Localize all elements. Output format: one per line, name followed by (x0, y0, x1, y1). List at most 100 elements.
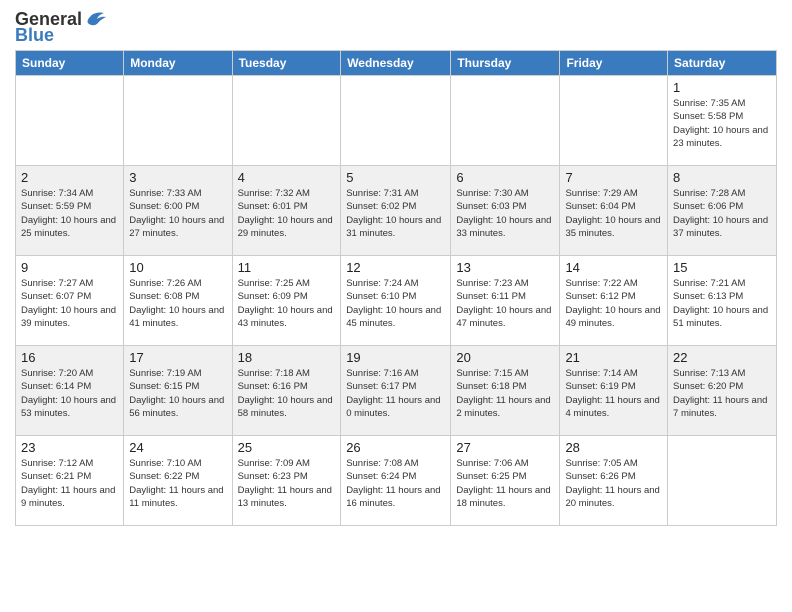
day-info: Sunrise: 7:23 AM Sunset: 6:11 PM Dayligh… (456, 277, 554, 330)
day-number: 22 (673, 350, 771, 365)
day-info: Sunrise: 7:26 AM Sunset: 6:08 PM Dayligh… (129, 277, 226, 330)
calendar-cell (124, 76, 232, 166)
calendar-cell (668, 436, 777, 526)
day-info: Sunrise: 7:33 AM Sunset: 6:00 PM Dayligh… (129, 187, 226, 240)
day-number: 3 (129, 170, 226, 185)
weekday-header-wednesday: Wednesday (341, 51, 451, 76)
calendar-cell: 6 Sunrise: 7:30 AM Sunset: 6:03 PM Daylig… (451, 166, 560, 256)
weekday-header-tuesday: Tuesday (232, 51, 341, 76)
calendar-cell (451, 76, 560, 166)
calendar-cell: 27 Sunrise: 7:06 AM Sunset: 6:25 PM Dayli… (451, 436, 560, 526)
day-number: 25 (238, 440, 336, 455)
day-info: Sunrise: 7:20 AM Sunset: 6:14 PM Dayligh… (21, 367, 118, 420)
calendar-table: SundayMondayTuesdayWednesdayThursdayFrid… (15, 50, 777, 526)
calendar-cell (232, 76, 341, 166)
calendar-cell: 22 Sunrise: 7:13 AM Sunset: 6:20 PM Dayli… (668, 346, 777, 436)
logo-bird-icon (84, 9, 106, 27)
calendar-cell: 16 Sunrise: 7:20 AM Sunset: 6:14 PM Dayli… (16, 346, 124, 436)
day-info: Sunrise: 7:22 AM Sunset: 6:12 PM Dayligh… (565, 277, 662, 330)
day-number: 21 (565, 350, 662, 365)
calendar-cell: 9 Sunrise: 7:27 AM Sunset: 6:07 PM Daylig… (16, 256, 124, 346)
day-number: 28 (565, 440, 662, 455)
day-number: 15 (673, 260, 771, 275)
calendar-cell (341, 76, 451, 166)
calendar-cell: 2 Sunrise: 7:34 AM Sunset: 5:59 PM Daylig… (16, 166, 124, 256)
calendar-cell: 15 Sunrise: 7:21 AM Sunset: 6:13 PM Dayli… (668, 256, 777, 346)
calendar-cell: 20 Sunrise: 7:15 AM Sunset: 6:18 PM Dayli… (451, 346, 560, 436)
day-info: Sunrise: 7:30 AM Sunset: 6:03 PM Dayligh… (456, 187, 554, 240)
day-number: 23 (21, 440, 118, 455)
day-number: 24 (129, 440, 226, 455)
calendar-cell: 26Sunrise: 7:08 AM Sunset: 6:24 PM Dayli… (341, 436, 451, 526)
day-info: Sunrise: 7:06 AM Sunset: 6:25 PM Dayligh… (456, 457, 554, 510)
logo: General Blue (15, 10, 106, 44)
day-info: Sunrise: 7:19 AM Sunset: 6:15 PM Dayligh… (129, 367, 226, 420)
day-number: 16 (21, 350, 118, 365)
day-info: Sunrise: 7:29 AM Sunset: 6:04 PM Dayligh… (565, 187, 662, 240)
day-info: Sunrise: 7:35 AM Sunset: 5:58 PM Dayligh… (673, 97, 771, 150)
calendar-cell: 19Sunrise: 7:16 AM Sunset: 6:17 PM Dayli… (341, 346, 451, 436)
calendar-cell: 13 Sunrise: 7:23 AM Sunset: 6:11 PM Dayli… (451, 256, 560, 346)
weekday-header-sunday: Sunday (16, 51, 124, 76)
day-info: Sunrise: 7:13 AM Sunset: 6:20 PM Dayligh… (673, 367, 771, 420)
day-number: 2 (21, 170, 118, 185)
day-number: 10 (129, 260, 226, 275)
day-number: 12 (346, 260, 445, 275)
header: General Blue (15, 10, 777, 44)
calendar-cell: 21 Sunrise: 7:14 AM Sunset: 6:19 PM Dayli… (560, 346, 668, 436)
day-number: 11 (238, 260, 336, 275)
calendar-cell: 5 Sunrise: 7:31 AM Sunset: 6:02 PM Daylig… (341, 166, 451, 256)
day-number: 13 (456, 260, 554, 275)
calendar-week-2: 2 Sunrise: 7:34 AM Sunset: 5:59 PM Daylig… (16, 166, 777, 256)
day-number: 1 (673, 80, 771, 95)
day-number: 20 (456, 350, 554, 365)
calendar-week-5: 23Sunrise: 7:12 AM Sunset: 6:21 PM Dayli… (16, 436, 777, 526)
weekday-header-saturday: Saturday (668, 51, 777, 76)
calendar-week-4: 16 Sunrise: 7:20 AM Sunset: 6:14 PM Dayli… (16, 346, 777, 436)
day-info: Sunrise: 7:09 AM Sunset: 6:23 PM Dayligh… (238, 457, 336, 510)
calendar-cell: 28 Sunrise: 7:05 AM Sunset: 6:26 PM Dayli… (560, 436, 668, 526)
calendar-cell: 25 Sunrise: 7:09 AM Sunset: 6:23 PM Dayli… (232, 436, 341, 526)
calendar-cell: 23Sunrise: 7:12 AM Sunset: 6:21 PM Dayli… (16, 436, 124, 526)
day-number: 4 (238, 170, 336, 185)
day-number: 5 (346, 170, 445, 185)
day-info: Sunrise: 7:21 AM Sunset: 6:13 PM Dayligh… (673, 277, 771, 330)
day-info: Sunrise: 7:34 AM Sunset: 5:59 PM Dayligh… (21, 187, 118, 240)
day-number: 8 (673, 170, 771, 185)
calendar-cell: 4 Sunrise: 7:32 AM Sunset: 6:01 PM Daylig… (232, 166, 341, 256)
calendar-cell: 1 Sunrise: 7:35 AM Sunset: 5:58 PM Daylig… (668, 76, 777, 166)
day-number: 14 (565, 260, 662, 275)
day-info: Sunrise: 7:18 AM Sunset: 6:16 PM Dayligh… (238, 367, 336, 420)
day-info: Sunrise: 7:05 AM Sunset: 6:26 PM Dayligh… (565, 457, 662, 510)
day-number: 9 (21, 260, 118, 275)
day-info: Sunrise: 7:28 AM Sunset: 6:06 PM Dayligh… (673, 187, 771, 240)
day-info: Sunrise: 7:24 AM Sunset: 6:10 PM Dayligh… (346, 277, 445, 330)
calendar-cell: 11 Sunrise: 7:25 AM Sunset: 6:09 PM Dayli… (232, 256, 341, 346)
day-info: Sunrise: 7:16 AM Sunset: 6:17 PM Dayligh… (346, 367, 445, 420)
calendar-cell: 17Sunrise: 7:19 AM Sunset: 6:15 PM Dayli… (124, 346, 232, 436)
weekday-header-row: SundayMondayTuesdayWednesdayThursdayFrid… (16, 51, 777, 76)
calendar-cell: 10 Sunrise: 7:26 AM Sunset: 6:08 PM Dayli… (124, 256, 232, 346)
calendar-cell: 24 Sunrise: 7:10 AM Sunset: 6:22 PM Dayli… (124, 436, 232, 526)
calendar-cell (16, 76, 124, 166)
day-info: Sunrise: 7:25 AM Sunset: 6:09 PM Dayligh… (238, 277, 336, 330)
calendar-week-1: 1 Sunrise: 7:35 AM Sunset: 5:58 PM Daylig… (16, 76, 777, 166)
day-info: Sunrise: 7:10 AM Sunset: 6:22 PM Dayligh… (129, 457, 226, 510)
calendar-cell (560, 76, 668, 166)
day-number: 18 (238, 350, 336, 365)
weekday-header-thursday: Thursday (451, 51, 560, 76)
calendar-cell: 12 Sunrise: 7:24 AM Sunset: 6:10 PM Dayli… (341, 256, 451, 346)
day-info: Sunrise: 7:08 AM Sunset: 6:24 PM Dayligh… (346, 457, 445, 510)
calendar-week-3: 9 Sunrise: 7:27 AM Sunset: 6:07 PM Daylig… (16, 256, 777, 346)
calendar-cell: 14 Sunrise: 7:22 AM Sunset: 6:12 PM Dayli… (560, 256, 668, 346)
day-info: Sunrise: 7:31 AM Sunset: 6:02 PM Dayligh… (346, 187, 445, 240)
day-number: 7 (565, 170, 662, 185)
day-number: 6 (456, 170, 554, 185)
calendar-cell: 8 Sunrise: 7:28 AM Sunset: 6:06 PM Daylig… (668, 166, 777, 256)
day-info: Sunrise: 7:14 AM Sunset: 6:19 PM Dayligh… (565, 367, 662, 420)
day-info: Sunrise: 7:15 AM Sunset: 6:18 PM Dayligh… (456, 367, 554, 420)
day-number: 27 (456, 440, 554, 455)
day-info: Sunrise: 7:32 AM Sunset: 6:01 PM Dayligh… (238, 187, 336, 240)
calendar-cell: 18 Sunrise: 7:18 AM Sunset: 6:16 PM Dayli… (232, 346, 341, 436)
day-info: Sunrise: 7:27 AM Sunset: 6:07 PM Dayligh… (21, 277, 118, 330)
